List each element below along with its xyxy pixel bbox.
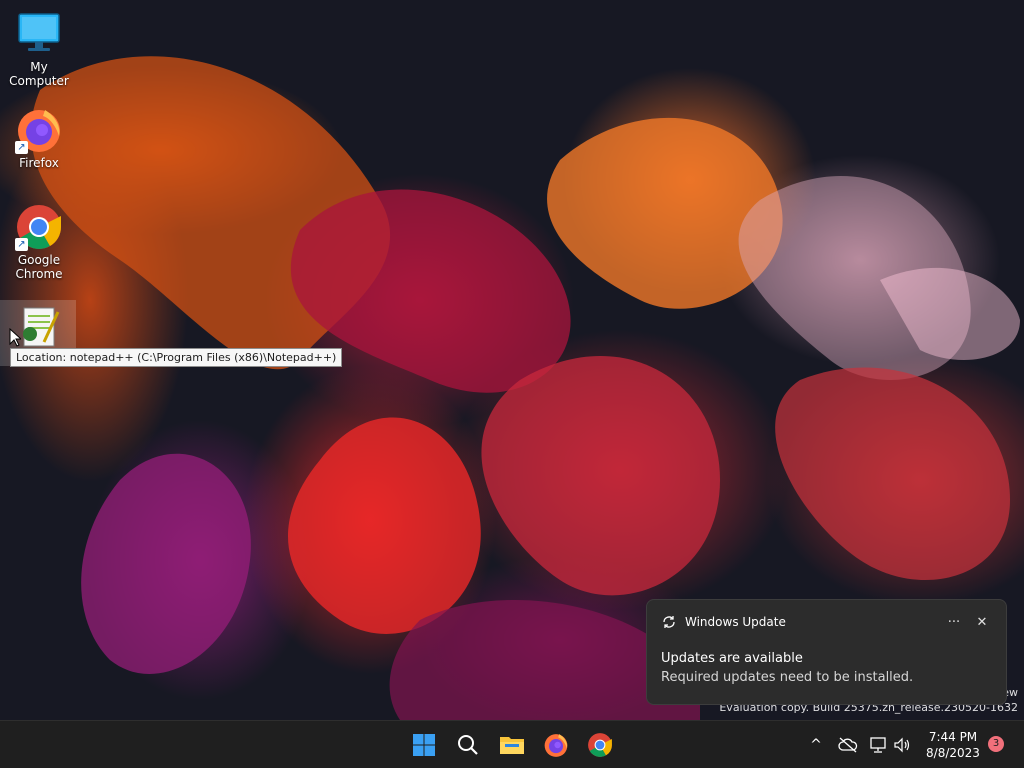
network-button[interactable] — [868, 721, 890, 768]
cloud-off-icon — [838, 737, 858, 753]
toast-title: Updates are available — [661, 651, 803, 666]
taskbar-file-explorer[interactable] — [494, 727, 530, 763]
shortcut-arrow-icon: ↗ — [15, 238, 28, 251]
search-button[interactable] — [450, 727, 486, 763]
notification-toast[interactable]: Windows Update ··· ✕ Updates are availab… — [646, 599, 1007, 705]
shortcut-arrow-icon: ↗ — [15, 141, 28, 154]
network-icon — [870, 737, 886, 753]
chrome-icon: ↗ — [15, 203, 63, 251]
volume-button[interactable] — [892, 721, 914, 768]
toast-header: Windows Update ··· ✕ — [661, 614, 996, 630]
taskbar-firefox[interactable] — [538, 727, 574, 763]
file-explorer-icon — [500, 737, 524, 754]
toast-close-button[interactable]: ✕ — [968, 612, 996, 632]
taskbar-chrome[interactable] — [582, 727, 618, 763]
onedrive-status[interactable] — [836, 721, 860, 768]
toast-app-name: Windows Update — [685, 615, 786, 629]
mouse-pointer-icon — [9, 328, 21, 347]
clock-button[interactable]: 7:44 PM 8/8/2023 — [920, 729, 986, 761]
tooltip: Location: notepad++ (C:\Program Files (x… — [10, 348, 343, 367]
chevron-up-icon: ^ — [810, 737, 822, 753]
firefox-icon: ↗ — [15, 106, 63, 154]
desktop-icon-firefox[interactable]: ↗ Firefox — [1, 106, 77, 170]
clock-time: 7:44 PM — [928, 730, 978, 744]
windows-update-icon — [661, 614, 677, 630]
firefox-icon — [544, 734, 568, 757]
clock-date: 8/8/2023 — [926, 746, 980, 760]
search-icon — [458, 735, 478, 755]
desktop-icon-google-chrome[interactable]: ↗ Google Chrome — [1, 203, 77, 281]
volume-icon — [894, 737, 910, 753]
start-icon — [413, 734, 435, 756]
toast-more-button[interactable]: ··· — [940, 612, 968, 632]
taskbar: ^ 7:44 PM 8/8/2023 — [0, 720, 1024, 768]
start-button[interactable] — [406, 727, 442, 763]
desktop-icon-label: My Computer — [9, 60, 69, 88]
notepad-plus-plus-icon — [14, 304, 62, 352]
computer-icon — [15, 10, 63, 58]
desktop-icon-my-computer[interactable]: My Computer — [1, 10, 77, 88]
chrome-icon — [588, 733, 612, 757]
show-hidden-icons-button[interactable]: ^ — [804, 721, 828, 768]
desktop-icon-label: Firefox — [19, 156, 59, 170]
toast-body: Required updates need to be installed. — [661, 670, 914, 685]
desktop-icon-label: Google Chrome — [15, 253, 63, 281]
notification-badge[interactable]: 3 — [988, 736, 1004, 752]
